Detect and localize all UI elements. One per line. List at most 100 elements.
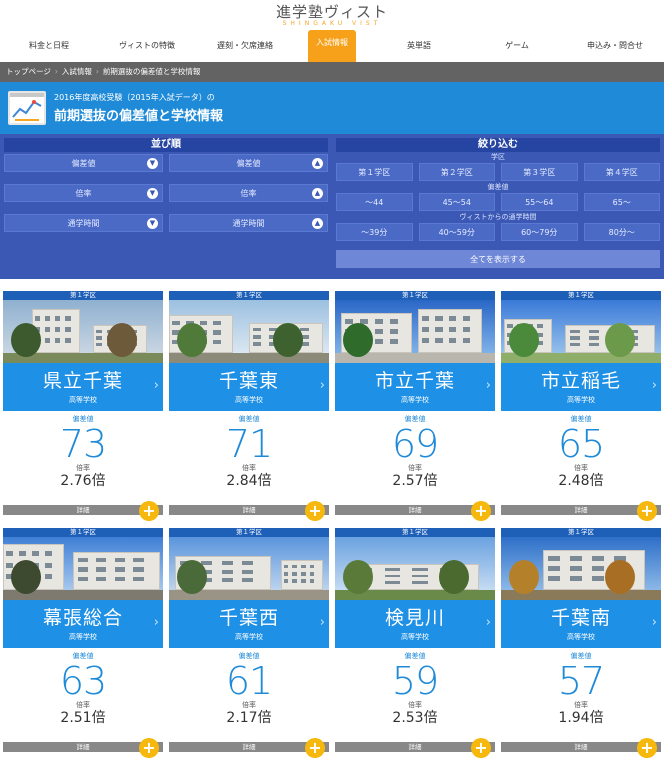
plus-icon[interactable]: + bbox=[637, 738, 657, 758]
breadcrumb-sep-icon: › bbox=[54, 67, 58, 76]
nav-item-features[interactable]: ヴィストの特徴 bbox=[98, 36, 196, 62]
filter-score-4[interactable]: 65～ bbox=[583, 193, 660, 211]
school-photo bbox=[3, 537, 163, 600]
school-card[interactable]: 第１学区 市立稲毛 高等学校 › 偏差値 65 倍率 2.48倍 詳細 + bbox=[501, 291, 661, 521]
sort-column: 並び順 偏差値 ▼ 偏差値 ▲ 倍率 ▼ 倍率 ▲ 通学時間 ▼ 通学時間 ▲ bbox=[4, 138, 328, 279]
tree-shape bbox=[273, 323, 303, 357]
school-card[interactable]: 第１学区 市立千葉 高等学校 › 偏差値 69 倍率 2.57倍 詳細 + bbox=[335, 291, 495, 521]
plus-icon[interactable]: + bbox=[305, 738, 325, 758]
ratio-value: 2.57倍 bbox=[392, 473, 438, 489]
detail-bar[interactable]: 詳細 + bbox=[335, 501, 495, 521]
ratio-label: 倍率 bbox=[76, 701, 90, 709]
filter-commute-3[interactable]: 60～79分 bbox=[501, 223, 578, 241]
detail-label: 詳細 bbox=[242, 506, 256, 514]
filter-score-1[interactable]: ～44 bbox=[336, 193, 413, 211]
school-name: 千葉西 bbox=[218, 607, 279, 629]
filter-commute-1[interactable]: ～39分 bbox=[336, 223, 413, 241]
detail-bar[interactable]: 詳細 + bbox=[501, 501, 661, 521]
district-badge: 第１学区 bbox=[335, 291, 495, 300]
sort-label: 倍率 bbox=[240, 188, 257, 198]
school-name-box[interactable]: 市立稲毛 高等学校 › bbox=[501, 363, 661, 411]
nav-item-vocab[interactable]: 英単語 bbox=[370, 36, 468, 62]
plus-icon[interactable]: + bbox=[139, 738, 159, 758]
filter-district-4[interactable]: 第４学区 bbox=[583, 163, 660, 181]
school-name-box[interactable]: 市立千葉 高等学校 › bbox=[335, 363, 495, 411]
filter-commute-4[interactable]: 80分～ bbox=[583, 223, 660, 241]
school-card[interactable]: 第１学区 県立千葉 高等学校 › 偏差値 73 倍率 2.76倍 詳細 + bbox=[3, 291, 163, 521]
detail-bar[interactable]: 詳細 + bbox=[169, 501, 329, 521]
school-type: 高等学校 bbox=[567, 396, 595, 404]
sort-commute-desc-button[interactable]: 通学時間 ▼ bbox=[4, 214, 163, 232]
school-name-box[interactable]: 千葉南 高等学校 › bbox=[501, 600, 661, 648]
detail-bar[interactable]: 詳細 + bbox=[3, 501, 163, 521]
filter-score-2[interactable]: 45～54 bbox=[418, 193, 495, 211]
breadcrumb-exam[interactable]: 入試情報 bbox=[62, 62, 92, 82]
detail-label: 詳細 bbox=[408, 506, 422, 514]
detail-bar[interactable]: 詳細 + bbox=[3, 738, 163, 758]
tree-shape bbox=[177, 323, 207, 357]
school-name-box[interactable]: 県立千葉 高等学校 › bbox=[3, 363, 163, 411]
filter-score-3[interactable]: 55～64 bbox=[501, 193, 578, 211]
filter-district-2[interactable]: 第２学区 bbox=[418, 163, 495, 181]
plus-icon[interactable]: + bbox=[471, 501, 491, 521]
school-stats: 偏差値 59 倍率 2.53倍 bbox=[335, 648, 495, 742]
sort-commute-asc-button[interactable]: 通学時間 ▲ bbox=[169, 214, 328, 232]
detail-bar[interactable]: 詳細 + bbox=[335, 738, 495, 758]
caret-up-icon: ▲ bbox=[312, 217, 323, 229]
caret-up-icon: ▲ bbox=[312, 157, 323, 169]
chevron-right-icon: › bbox=[319, 615, 325, 630]
nav-item-game[interactable]: ゲーム bbox=[468, 36, 566, 62]
chevron-right-icon: › bbox=[651, 378, 657, 393]
school-card[interactable]: 第１学区 千葉南 高等学校 › 偏差値 57 倍率 1.94倍 詳細 + bbox=[501, 528, 661, 758]
school-name: 市立千葉 bbox=[374, 370, 455, 392]
site-logo[interactable]: 進学塾ヴィスト bbox=[0, 4, 664, 20]
school-name-box[interactable]: 千葉西 高等学校 › bbox=[169, 600, 329, 648]
district-badge: 第１学区 bbox=[3, 291, 163, 300]
tree-shape bbox=[343, 323, 373, 357]
sort-score-desc-button[interactable]: 偏差値 ▼ bbox=[4, 154, 163, 172]
school-stats: 偏差値 73 倍率 2.76倍 bbox=[3, 411, 163, 505]
sort-score-asc-button[interactable]: 偏差値 ▲ bbox=[169, 154, 328, 172]
plus-icon[interactable]: + bbox=[305, 501, 325, 521]
ratio-label: 倍率 bbox=[574, 464, 588, 472]
detail-label: 詳細 bbox=[574, 743, 588, 751]
show-all-button[interactable]: 全てを表示する bbox=[336, 250, 660, 268]
score-label: 偏差値 bbox=[487, 183, 509, 191]
district-label: 学区 bbox=[491, 153, 505, 161]
sort-ratio-desc-button[interactable]: 倍率 ▼ bbox=[4, 184, 163, 202]
nav-item-contact[interactable]: 申込み・問合せ bbox=[566, 36, 664, 62]
score-value: 73 bbox=[59, 422, 107, 466]
sort-ratio-asc-button[interactable]: 倍率 ▲ bbox=[169, 184, 328, 202]
school-photo bbox=[501, 300, 661, 363]
caret-down-icon: ▼ bbox=[147, 187, 158, 199]
school-name-box[interactable]: 検見川 高等学校 › bbox=[335, 600, 495, 648]
plus-icon[interactable]: + bbox=[471, 738, 491, 758]
plus-icon[interactable]: + bbox=[637, 501, 657, 521]
school-name-box[interactable]: 幕張総合 高等学校 › bbox=[3, 600, 163, 648]
sort-row: 通学時間 ▼ 通学時間 ▲ bbox=[4, 214, 328, 232]
detail-bar[interactable]: 詳細 + bbox=[169, 738, 329, 758]
main-nav: 料金と日程 ヴィストの特徴 遅刻・欠席連絡 入試情報 英単語 ゲーム 申込み・問… bbox=[0, 30, 664, 62]
nav-item-exam-info[interactable]: 入試情報 bbox=[308, 30, 356, 62]
detail-label: 詳細 bbox=[242, 743, 256, 751]
school-card[interactable]: 第１学区 幕張総合 高等学校 › 偏差値 63 倍率 2.51倍 詳細 + bbox=[3, 528, 163, 758]
school-name-box[interactable]: 千葉東 高等学校 › bbox=[169, 363, 329, 411]
chevron-right-icon: › bbox=[319, 378, 325, 393]
chevron-right-icon: › bbox=[485, 378, 491, 393]
nav-item-absence[interactable]: 遅刻・欠席連絡 bbox=[196, 36, 294, 62]
nav-item-pricing[interactable]: 料金と日程 bbox=[0, 36, 98, 62]
tree-shape bbox=[107, 323, 137, 357]
commute-label: ヴィストからの通学時間 bbox=[459, 213, 537, 221]
school-card[interactable]: 第１学区 検見川 高等学校 › 偏差値 59 倍率 2.53倍 詳細 + bbox=[335, 528, 495, 758]
school-card[interactable]: 第１学区 千葉東 高等学校 › 偏差値 71 倍率 2.84倍 詳細 + bbox=[169, 291, 329, 521]
sort-label: 通学時間 bbox=[67, 218, 100, 228]
school-card[interactable]: 第１学区 千葉西 高等学校 › 偏差値 61 倍率 2.17倍 詳細 + bbox=[169, 528, 329, 758]
plus-icon[interactable]: + bbox=[139, 501, 159, 521]
breadcrumb-top[interactable]: トップページ bbox=[6, 62, 51, 82]
caret-down-icon: ▼ bbox=[147, 157, 158, 169]
filter-district-1[interactable]: 第１学区 bbox=[336, 163, 413, 181]
filter-commute-2[interactable]: 40～59分 bbox=[418, 223, 495, 241]
detail-bar[interactable]: 詳細 + bbox=[501, 738, 661, 758]
site-logo-sub: SHINGAKU VIST bbox=[282, 20, 382, 27]
filter-district-3[interactable]: 第３学区 bbox=[501, 163, 578, 181]
